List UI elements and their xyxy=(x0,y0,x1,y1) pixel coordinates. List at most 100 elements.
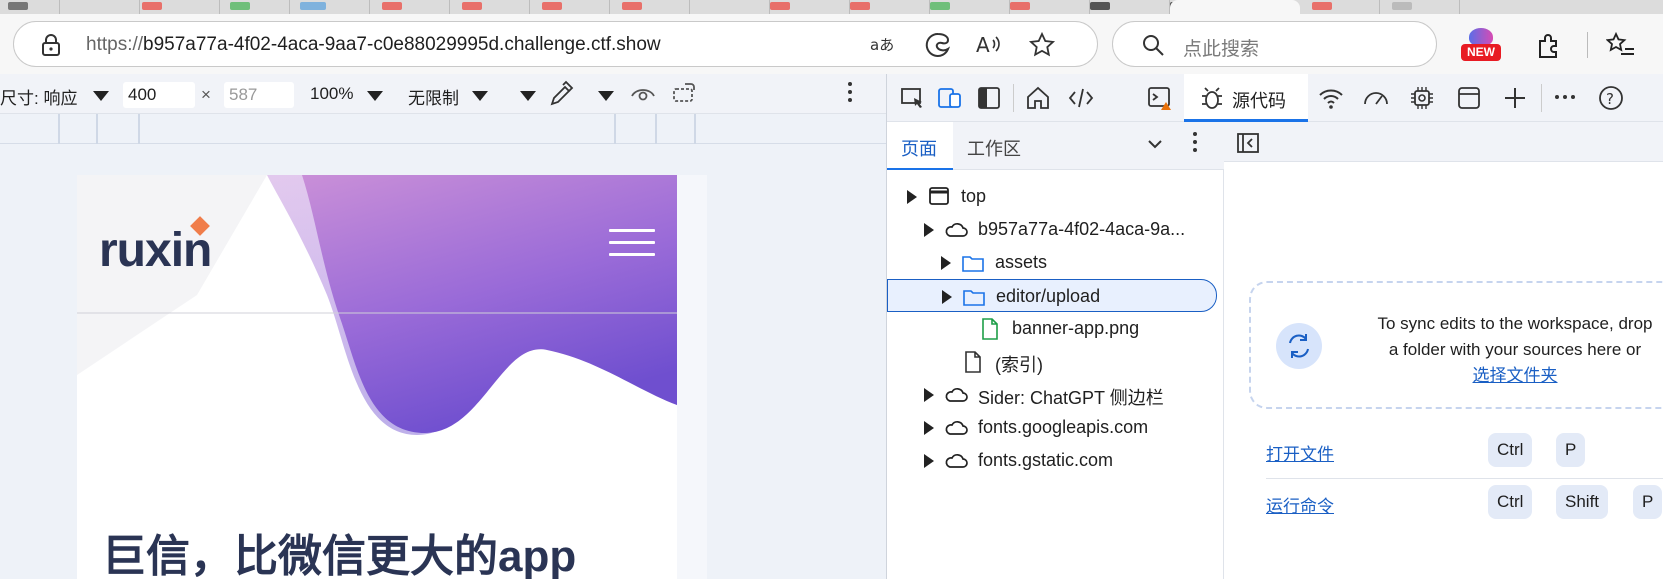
navigator-more-icon[interactable] xyxy=(1193,132,1197,156)
devtools-tab-bar: 源代码 ? xyxy=(887,74,1663,122)
browser-tab[interactable] xyxy=(690,0,790,14)
cloud-icon xyxy=(945,421,968,435)
console-icon[interactable] xyxy=(1146,84,1174,112)
read-aloud-icon[interactable]: A xyxy=(976,32,1004,58)
expand-triangle-icon[interactable] xyxy=(942,290,952,304)
zoom-label[interactable]: 100% xyxy=(310,84,353,104)
throttle-dropdown-caret[interactable] xyxy=(472,91,488,101)
key-cap: Shift xyxy=(1556,485,1609,519)
dock-side-icon[interactable] xyxy=(975,84,1003,112)
width-input[interactable]: 400 xyxy=(123,82,195,108)
tree-item[interactable]: fonts.gstatic.com xyxy=(887,444,1224,477)
expand-triangle-icon[interactable] xyxy=(924,223,934,237)
key-cap: Ctrl xyxy=(1488,485,1533,519)
application-panel-icon[interactable] xyxy=(1455,84,1483,112)
tree-item-label: fonts.gstatic.com xyxy=(978,450,1114,470)
page-gutter xyxy=(677,175,707,579)
browser-tab[interactable] xyxy=(770,0,870,14)
dimensions-label[interactable]: 尺寸: 响应 xyxy=(0,84,77,109)
tree-item[interactable]: banner-app.png xyxy=(887,312,1224,345)
tab-sources[interactable]: 源代码 xyxy=(1184,74,1308,122)
address-bar[interactable]: https://b957a77a-4f02-4aca-9aa7-c0e88029… xyxy=(13,21,1098,67)
browser-tab[interactable] xyxy=(1380,0,1460,14)
tree-item[interactable]: top xyxy=(887,180,1224,213)
favorites-list-icon[interactable] xyxy=(1606,31,1636,59)
dropzone-text: To sync edits to the workspace, drop a f… xyxy=(1377,314,1653,385)
browser-tab[interactable] xyxy=(850,0,950,14)
device-toggle-icon[interactable] xyxy=(937,84,965,112)
shortcut-row: 运行命令 Ctrl Shift P xyxy=(1266,478,1663,530)
dimensions-dropdown-caret[interactable] xyxy=(93,91,109,101)
workspace-dropzone[interactable]: To sync edits to the workspace, drop a f… xyxy=(1249,281,1663,409)
browser-tab[interactable] xyxy=(1010,0,1110,14)
zoom-dropdown-caret[interactable] xyxy=(367,91,383,101)
browser-tab[interactable] xyxy=(1300,0,1380,14)
browser-tab[interactable] xyxy=(370,0,450,14)
browser-tab[interactable] xyxy=(60,0,162,14)
tree-item[interactable]: assets xyxy=(887,246,1224,279)
favorite-star-icon[interactable] xyxy=(1028,31,1056,59)
browser-tab[interactable] xyxy=(450,0,530,14)
sync-icon xyxy=(1276,323,1322,369)
translate-icon[interactable]: aあ xyxy=(870,34,898,56)
browser-tab[interactable] xyxy=(0,0,60,14)
search-icon xyxy=(1143,35,1164,56)
height-input[interactable]: 587 xyxy=(224,82,294,108)
shortcut-link[interactable]: 运行命令 xyxy=(1266,492,1334,517)
expand-triangle-icon[interactable] xyxy=(924,421,934,435)
edge-icon[interactable] xyxy=(925,32,951,58)
copilot-new-button[interactable]: NEW xyxy=(1461,28,1501,64)
tab-workspace[interactable]: 工作区 xyxy=(967,135,1021,161)
inspect-element-icon[interactable] xyxy=(899,84,927,112)
tree-item[interactable]: (索引) xyxy=(887,345,1224,378)
svg-text:A: A xyxy=(976,33,990,57)
lock-icon[interactable] xyxy=(41,33,61,57)
eyedropper-icon[interactable] xyxy=(548,80,574,108)
select-folder-link[interactable]: 选择文件夹 xyxy=(1473,366,1558,385)
bug-icon xyxy=(1202,87,1222,109)
cloud-icon xyxy=(945,223,968,237)
browser-tab[interactable] xyxy=(930,0,1030,14)
expand-triangle-icon[interactable] xyxy=(924,454,934,468)
browser-tab[interactable] xyxy=(1090,0,1190,14)
more-tools-icon[interactable] xyxy=(1555,95,1577,101)
browser-tab[interactable] xyxy=(220,0,320,14)
elements-code-icon[interactable] xyxy=(1067,84,1095,112)
browser-tab[interactable] xyxy=(140,0,250,14)
shortcut-link[interactable]: 打开文件 xyxy=(1266,440,1334,465)
extensions-puzzle-icon[interactable] xyxy=(1535,32,1563,60)
tree-item[interactable]: editor/upload xyxy=(887,279,1217,312)
tree-item[interactable]: Sider: ChatGPT 侧边栏 xyxy=(887,378,1224,411)
search-box[interactable]: 点此搜索 xyxy=(1112,21,1437,67)
add-tool-plus-icon[interactable] xyxy=(1501,84,1529,112)
memory-chip-icon[interactable] xyxy=(1408,84,1436,112)
tree-item[interactable]: fonts.googleapis.com xyxy=(887,411,1224,444)
browser-tab[interactable] xyxy=(610,0,690,14)
tree-item[interactable]: b957a77a-4f02-4aca-9a... xyxy=(887,213,1224,246)
help-icon[interactable]: ? xyxy=(1597,84,1625,112)
media-query-ruler[interactable] xyxy=(0,114,886,144)
eyedropper-dropdown-caret[interactable] xyxy=(598,91,614,101)
expand-triangle-icon[interactable] xyxy=(907,190,917,204)
expand-triangle-icon[interactable] xyxy=(924,388,934,402)
url-text[interactable]: https://b957a77a-4f02-4aca-9aa7-c0e88029… xyxy=(86,34,661,56)
chevron-down-icon[interactable] xyxy=(1147,138,1163,150)
device-toolbar-more-icon[interactable] xyxy=(848,82,852,106)
throttle-label[interactable]: 无限制 xyxy=(408,84,459,109)
browser-tab[interactable] xyxy=(530,0,610,14)
tab-page[interactable]: 页面 xyxy=(887,122,953,170)
search-placeholder: 点此搜索 xyxy=(1183,39,1260,60)
key-cap: Ctrl xyxy=(1488,433,1533,467)
network-wifi-icon[interactable] xyxy=(1317,84,1345,112)
welcome-home-icon[interactable] xyxy=(1024,84,1052,112)
save-data-dropdown-caret[interactable] xyxy=(520,91,536,101)
hamburger-menu-icon[interactable] xyxy=(609,229,655,257)
rotate-device-icon[interactable] xyxy=(671,81,699,105)
expand-triangle-icon[interactable] xyxy=(941,256,951,270)
vision-deficiency-eye-icon[interactable] xyxy=(630,84,656,104)
performance-gauge-icon[interactable] xyxy=(1362,84,1390,112)
browser-tab[interactable] xyxy=(290,0,370,14)
toggle-navigator-icon[interactable] xyxy=(1236,132,1260,154)
hero-purple-wave-shape xyxy=(77,175,677,435)
active-browser-tab[interactable] xyxy=(1170,0,1300,14)
